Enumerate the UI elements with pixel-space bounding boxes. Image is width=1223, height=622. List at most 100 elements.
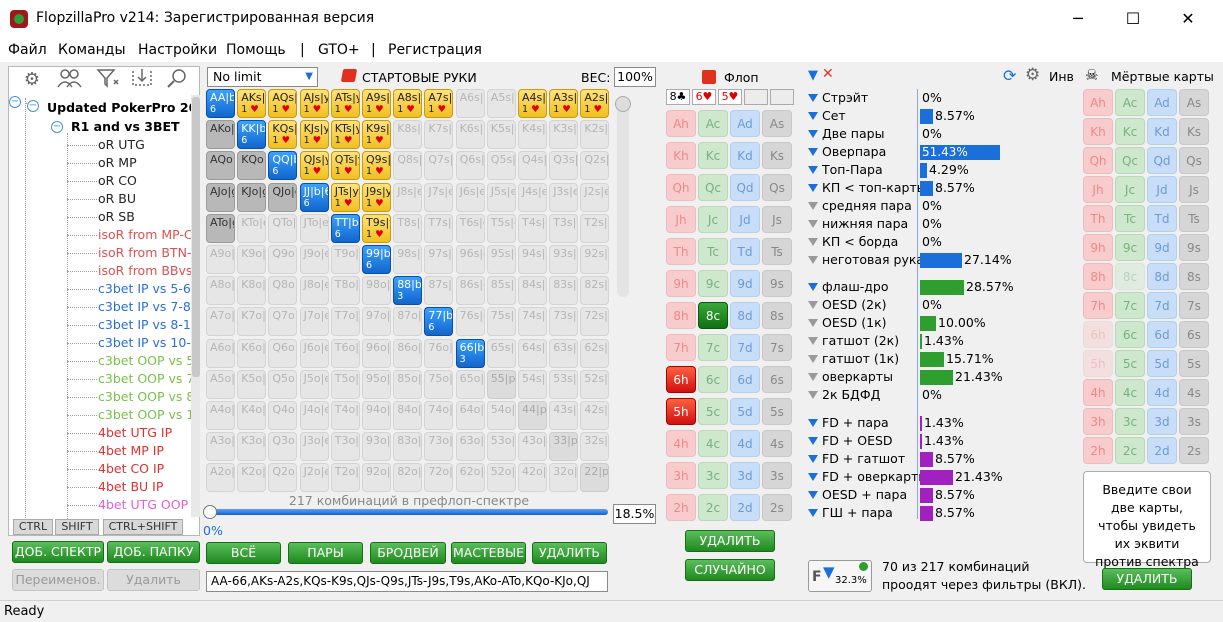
- card-2h[interactable]: 2h: [1083, 437, 1113, 464]
- hand-cell[interactable]: 65o|e: [455, 369, 485, 399]
- hand-cell[interactable]: J2s|e: [580, 182, 610, 212]
- card-4h[interactable]: 4h: [1083, 379, 1113, 406]
- filter-toggle-icon[interactable]: [808, 391, 818, 399]
- filter-toggle-icon[interactable]: [808, 455, 818, 463]
- hand-cell[interactable]: 93o|e: [362, 432, 391, 462]
- card-Jd[interactable]: Jd: [1147, 176, 1177, 203]
- card-Kc[interactable]: Kc: [698, 142, 728, 169]
- filter-row[interactable]: FD + гатшот: [808, 451, 905, 466]
- hand-cell[interactable]: 32s|e: [580, 432, 610, 462]
- hand-cell[interactable]: T7s|e: [424, 213, 454, 243]
- hand-cell[interactable]: QTo|e: [268, 213, 298, 243]
- card-4h[interactable]: 4h: [666, 430, 696, 457]
- filter-row[interactable]: ГШ + пара: [808, 505, 893, 520]
- hand-cell[interactable]: 52o|e: [486, 463, 516, 493]
- tree-item[interactable]: 4bet BU IP: [98, 479, 163, 494]
- hand-cell[interactable]: T4o|e: [330, 401, 360, 430]
- card-Th[interactable]: Th: [1083, 205, 1113, 232]
- card-5s[interactable]: 5s: [1179, 350, 1209, 377]
- hand-cell[interactable]: K9s|y|11 ♥: [362, 120, 391, 150]
- card-3s[interactable]: 3s: [762, 462, 792, 489]
- hand-cell[interactable]: A3o|e: [206, 432, 235, 462]
- hand-cell[interactable]: J3s|e: [549, 182, 579, 212]
- hand-cell[interactable]: K4o|e: [237, 401, 267, 430]
- hand-cell[interactable]: 64o|e: [455, 401, 485, 430]
- menu-registration[interactable]: Регистрация: [388, 42, 482, 58]
- hand-cell[interactable]: 76o|e: [424, 338, 454, 368]
- filter-row[interactable]: OESD (1к): [808, 315, 887, 330]
- hand-cell[interactable]: T6s|e: [455, 213, 485, 243]
- hand-cell[interactable]: KJs|y|11 ♥: [299, 120, 329, 150]
- hand-cell[interactable]: K7o|e: [237, 307, 267, 337]
- collapse-icon[interactable]: −: [9, 96, 21, 108]
- hand-cell[interactable]: K3s|e: [549, 120, 579, 150]
- filter-row[interactable]: гатшот (2к): [808, 333, 899, 348]
- hand-cell[interactable]: 44|p: [518, 401, 547, 430]
- hand-cell[interactable]: A4o|e: [206, 401, 235, 430]
- filter-row[interactable]: КП < борда: [808, 234, 898, 249]
- hand-cell[interactable]: 62o|e: [455, 463, 485, 493]
- tree-item[interactable]: c3bet OOP vs 7-8: [98, 371, 191, 386]
- hand-cell[interactable]: 95o|e: [362, 369, 391, 399]
- card-Kh[interactable]: Kh: [1083, 118, 1113, 145]
- range-percent-input[interactable]: 18.5%: [613, 504, 656, 524]
- card-Kd[interactable]: Kd: [730, 142, 760, 169]
- menu-file[interactable]: Файл: [8, 42, 47, 58]
- menu-gto[interactable]: GTO+: [318, 42, 360, 58]
- card-Td[interactable]: Td: [1147, 205, 1177, 232]
- card-3d[interactable]: 3d: [730, 462, 760, 489]
- filter-toggle-icon[interactable]: [808, 148, 818, 156]
- card-8s[interactable]: 8s: [762, 302, 792, 329]
- hand-cell[interactable]: QTs|y|11 ♥: [330, 151, 360, 181]
- card-Ac[interactable]: Ac: [1115, 89, 1145, 116]
- filter-row[interactable]: оверкарты: [808, 369, 893, 384]
- card-Jc[interactable]: Jc: [698, 206, 728, 233]
- menu-commands[interactable]: Команды: [58, 42, 126, 58]
- clear-range-button[interactable]: УДАЛИТЬ: [532, 542, 607, 564]
- hand-cell[interactable]: ATs|y|11 ♥: [330, 89, 360, 118]
- hand-cell[interactable]: 97s|e: [424, 245, 454, 274]
- hand-cell[interactable]: QJs|y|11 ♥: [299, 151, 329, 181]
- hand-cell[interactable]: KQo|g: [237, 151, 267, 181]
- hand-cell[interactable]: T9s|y|11 ♥: [362, 213, 391, 243]
- hand-cell[interactable]: J7s|e: [424, 182, 454, 212]
- hand-cell[interactable]: J7o|e: [299, 307, 329, 337]
- card-7d[interactable]: 7d: [730, 334, 760, 361]
- card-7d[interactable]: 7d: [1147, 292, 1177, 319]
- menu-help[interactable]: Помощь: [226, 42, 286, 58]
- card-Qc[interactable]: Qc: [698, 174, 728, 201]
- card-Ah[interactable]: Ah: [1083, 89, 1113, 116]
- hand-cell[interactable]: 43o|e: [518, 432, 547, 462]
- hand-cell[interactable]: K8o|e: [237, 276, 267, 306]
- hand-cell[interactable]: J2o|e: [299, 463, 329, 493]
- tree-item[interactable]: oR MP: [98, 155, 137, 170]
- hand-cell[interactable]: K3o|e: [237, 432, 267, 462]
- filter-icon[interactable]: ▼: [808, 68, 818, 83]
- card-Th[interactable]: Th: [666, 238, 696, 265]
- weight-input[interactable]: 100%: [614, 67, 656, 87]
- filter-toggle-icon[interactable]: [808, 419, 818, 427]
- card-6c[interactable]: 6c: [698, 366, 728, 393]
- card-Qd[interactable]: Qd: [730, 174, 760, 201]
- hand-cell[interactable]: Q4o|e: [268, 401, 298, 430]
- card-7s[interactable]: 7s: [1179, 292, 1209, 319]
- hand-cell[interactable]: A2s|y|11 ♥: [580, 89, 610, 118]
- hand-cell[interactable]: A5o|e: [206, 369, 235, 399]
- card-9h[interactable]: 9h: [666, 270, 696, 297]
- hand-cell[interactable]: Q7s|e: [424, 151, 454, 181]
- card-5h[interactable]: 5h: [666, 398, 696, 425]
- clear-dead-cards-button[interactable]: УДАЛИТЬ: [1102, 568, 1192, 590]
- users-icon[interactable]: [57, 67, 83, 93]
- board-card-slot[interactable]: 6♥: [692, 89, 716, 105]
- hand-cell[interactable]: A2o|e: [206, 463, 235, 493]
- hand-cell[interactable]: 92o|e: [362, 463, 391, 493]
- filter-row[interactable]: неготовая рука: [808, 252, 924, 267]
- hand-cell[interactable]: K9o|e: [237, 245, 267, 274]
- hand-cell[interactable]: A7s|y|11 ♥: [424, 89, 454, 118]
- import-icon[interactable]: [129, 67, 155, 93]
- hand-cell[interactable]: J8o|e: [299, 276, 329, 306]
- hand-cell[interactable]: 86s|e: [455, 276, 485, 306]
- tree-item[interactable]: 4bet CO IP: [98, 461, 164, 476]
- hand-cell[interactable]: J4s|e: [518, 182, 547, 212]
- hand-cell[interactable]: A6s|e: [455, 89, 485, 118]
